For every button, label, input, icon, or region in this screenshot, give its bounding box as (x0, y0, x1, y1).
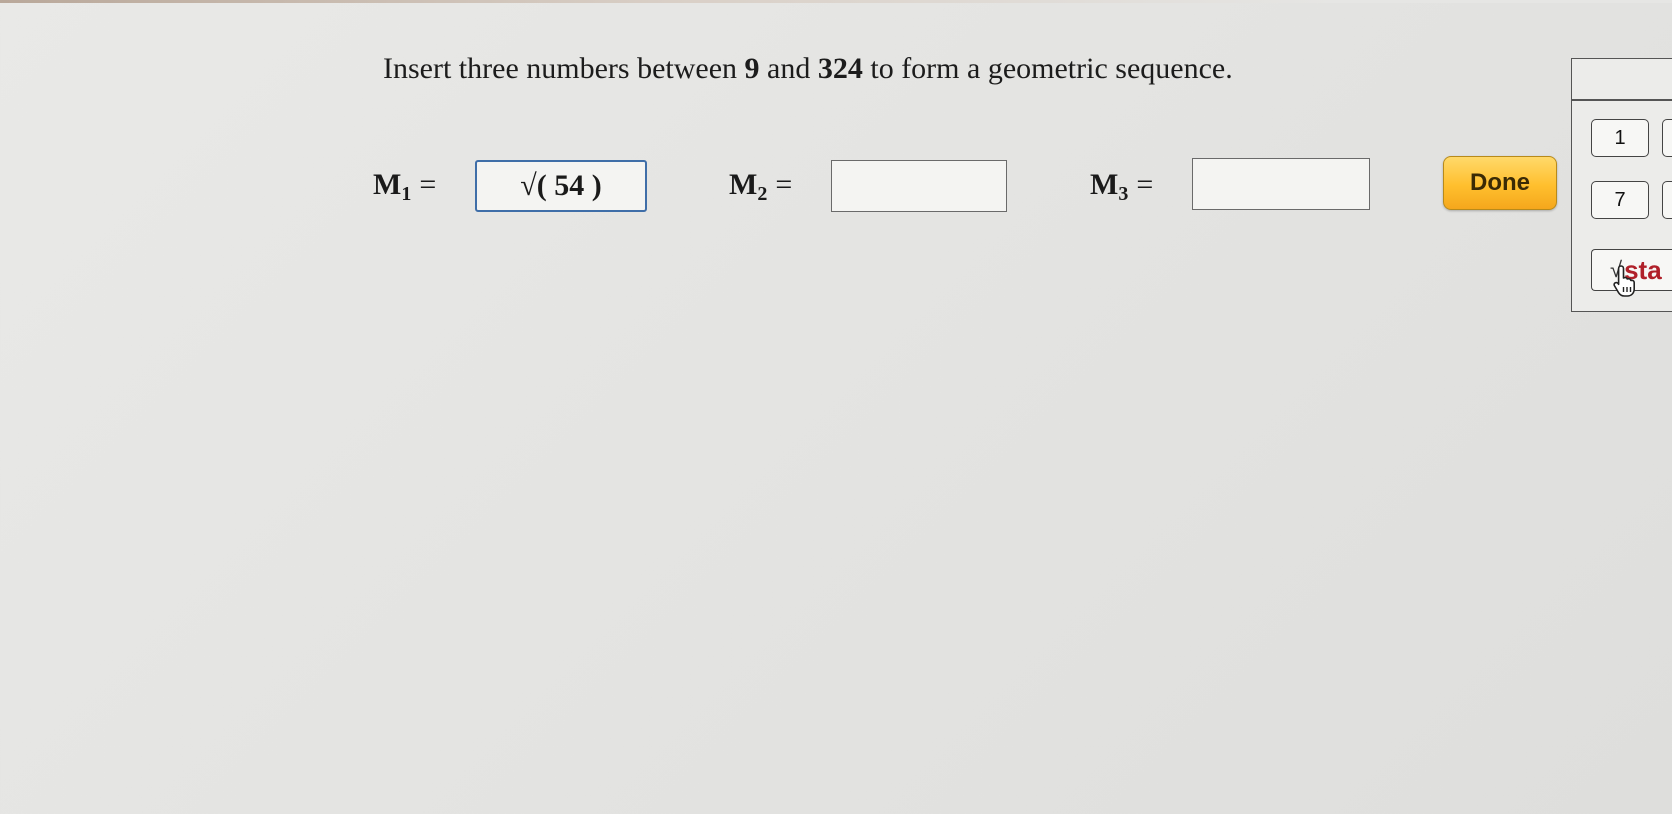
keypad-header-divider (1572, 99, 1672, 101)
m1-label: M1 = (373, 168, 437, 205)
m2-label: M2 = (729, 168, 793, 205)
m2-input[interactable] (831, 160, 1007, 212)
m1-value: √( 54 ) (520, 169, 602, 202)
answer-row: M1 = √( 54 ) M2 = M3 = (0, 0, 1672, 814)
keypad-key-partial-top[interactable] (1662, 119, 1672, 157)
keypad-key-1[interactable]: 1 (1591, 119, 1649, 157)
done-button[interactable]: Done (1443, 156, 1557, 210)
keypad-key-7[interactable]: 7 (1591, 181, 1649, 219)
m3-label: M3 = (1090, 168, 1154, 205)
hand-pointer-icon (1613, 265, 1635, 297)
keypad-key-partial-bottom[interactable] (1662, 181, 1672, 219)
m1-input[interactable]: √( 54 ) (475, 160, 647, 212)
m3-input[interactable] (1192, 158, 1370, 210)
